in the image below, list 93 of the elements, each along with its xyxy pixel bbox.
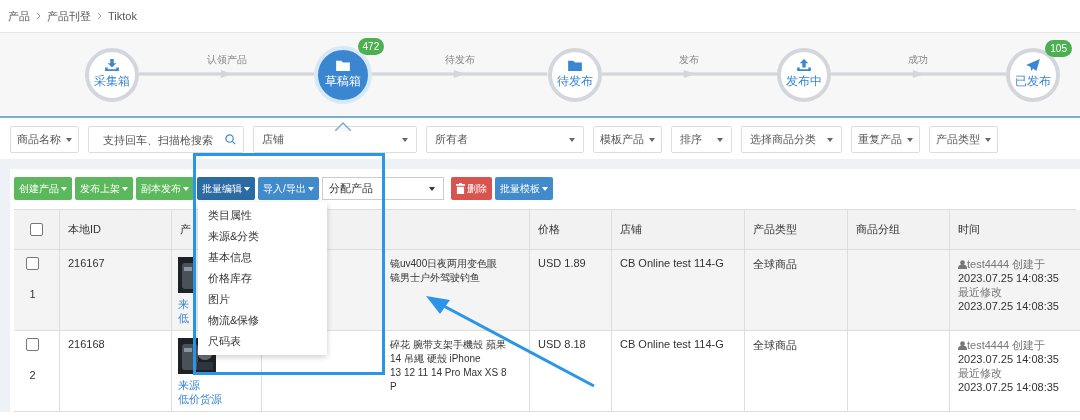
checkbox[interactable] xyxy=(30,223,43,236)
select-field[interactable]: 分配产品 xyxy=(321,177,444,200)
timestamp: 2023.07.25 14:08:35 xyxy=(958,352,1059,366)
menu-item[interactable]: 价格库存 xyxy=(198,268,327,289)
source-link[interactable]: 低价货源 xyxy=(178,392,222,406)
select-field[interactable]: 所有者 xyxy=(426,126,584,153)
table-cell: CB Online test 114-G xyxy=(612,331,745,412)
count-badge: 472 xyxy=(357,37,385,55)
column-header: 店铺 xyxy=(612,210,745,250)
row-number: 1 xyxy=(29,288,36,300)
timestamp: 2023.07.25 14:08:35 xyxy=(958,380,1059,394)
select-field[interactable]: 店铺 xyxy=(253,126,417,153)
caret-icon xyxy=(717,137,723,142)
column-header: 本地ID xyxy=(60,210,172,250)
selection-pointer xyxy=(335,121,352,131)
product-title: 碎花 腕带支架手機殼 蘋果14 吊繩 硬殼 iPhone xyxy=(390,338,507,366)
action-button[interactable]: 导入/导出 xyxy=(258,177,319,200)
download-icon xyxy=(105,59,119,71)
caret-icon xyxy=(907,137,913,142)
delete-button[interactable]: 删除 xyxy=(450,177,492,200)
product-title: 13 12 11 14 Pro Max XS 8P xyxy=(390,366,507,394)
timestamp: 2023.07.25 14:08:35 xyxy=(958,271,1059,285)
table-cell: USD 1.89 xyxy=(530,250,612,331)
table-cell: 216167 xyxy=(60,250,172,331)
caret-icon xyxy=(122,186,128,191)
row-number: 2 xyxy=(29,369,36,381)
trash-icon xyxy=(455,183,465,194)
table-cell: 216168 xyxy=(60,331,172,412)
table-cell: 全球商品 xyxy=(745,331,848,412)
timestamp: 2023.07.25 14:08:35 xyxy=(958,299,1059,313)
breadcrumb-link[interactable]: Tiktok xyxy=(108,10,137,22)
chevron-icon xyxy=(97,12,102,20)
action-button[interactable]: 批量模板 xyxy=(494,177,553,200)
menu-item[interactable]: 物流&保修 xyxy=(198,310,327,331)
caret-icon xyxy=(428,186,435,191)
checkbox[interactable] xyxy=(26,338,39,351)
menu-item[interactable]: 基本信息 xyxy=(198,247,327,268)
caret-icon xyxy=(307,186,314,191)
menu-item[interactable]: 尺码表 xyxy=(198,331,327,352)
caret-icon xyxy=(244,186,250,191)
caret-icon xyxy=(402,137,408,142)
action-button[interactable]: 批量编辑 xyxy=(197,177,255,200)
select-field[interactable]: 排序 xyxy=(671,126,732,153)
creator-text: test4444 创建于 xyxy=(967,338,1046,352)
menu-item[interactable]: 图片 xyxy=(198,289,327,310)
folder-icon xyxy=(567,59,582,71)
caret-icon xyxy=(827,137,833,142)
product-title: 镜uv400日夜两用变色眼镜男士户外驾驶钓鱼 xyxy=(390,257,499,285)
step-label: 认领产品 xyxy=(206,53,247,67)
caret-icon xyxy=(183,186,189,191)
column-header: 价格 xyxy=(530,210,612,250)
step-label: 成功 xyxy=(908,53,929,67)
filter-dropdown[interactable]: 模板产品 xyxy=(593,126,662,153)
filter-dropdown[interactable]: 商品名称 xyxy=(10,126,79,153)
checkbox[interactable] xyxy=(26,257,39,270)
column-header: 商品分组 xyxy=(848,210,950,250)
filter-dropdown[interactable]: 产品类型 xyxy=(929,126,998,153)
table-cell: 全球商品 xyxy=(745,250,848,331)
upload-icon xyxy=(796,59,811,71)
table-cell: CB Online test 114-G xyxy=(612,250,745,331)
step-label: 待发布 xyxy=(444,53,475,67)
breadcrumb-link[interactable]: 产品 xyxy=(8,8,30,24)
caret-icon xyxy=(649,137,655,142)
folder-icon xyxy=(336,59,351,71)
select-field[interactable]: 选择商品分类 xyxy=(741,126,842,153)
count-badge: 105 xyxy=(1045,39,1072,57)
menu-item[interactable]: 来源&分类 xyxy=(198,226,327,247)
step-button[interactable]: 采集箱 xyxy=(85,47,139,102)
paper-plane-icon xyxy=(1026,59,1040,71)
table-cell: USD 8.18 xyxy=(530,331,612,412)
caret-icon xyxy=(61,186,67,191)
caret-icon xyxy=(541,186,548,191)
user-icon xyxy=(958,259,967,269)
search-icon xyxy=(225,134,236,145)
breadcrumb-link[interactable]: 产品刊登 xyxy=(47,8,91,24)
source-link[interactable]: 低 xyxy=(178,311,189,325)
user-icon xyxy=(958,340,967,350)
step-label: 发布 xyxy=(679,53,700,67)
source-link[interactable]: 来源 xyxy=(178,378,200,392)
step-button[interactable]: 发布中 xyxy=(776,47,831,102)
creator-text: test4444 创建于 xyxy=(967,257,1046,271)
caret-icon xyxy=(569,137,575,142)
modified-label: 最近修改 xyxy=(958,366,1002,380)
step-button[interactable]: 待发布 xyxy=(547,47,602,102)
chevron-icon xyxy=(36,12,41,20)
caret-icon xyxy=(66,137,72,142)
column-header: 产品类型 xyxy=(745,210,848,250)
caret-icon xyxy=(985,137,991,142)
source-link[interactable]: 来 xyxy=(178,297,189,311)
modified-label: 最近修改 xyxy=(958,285,1002,299)
filter-dropdown[interactable]: 重复产品 xyxy=(851,126,920,153)
column-header: 时间 xyxy=(950,210,1080,250)
search-field[interactable]: 支持回车、扫描枪搜索 xyxy=(88,126,244,153)
